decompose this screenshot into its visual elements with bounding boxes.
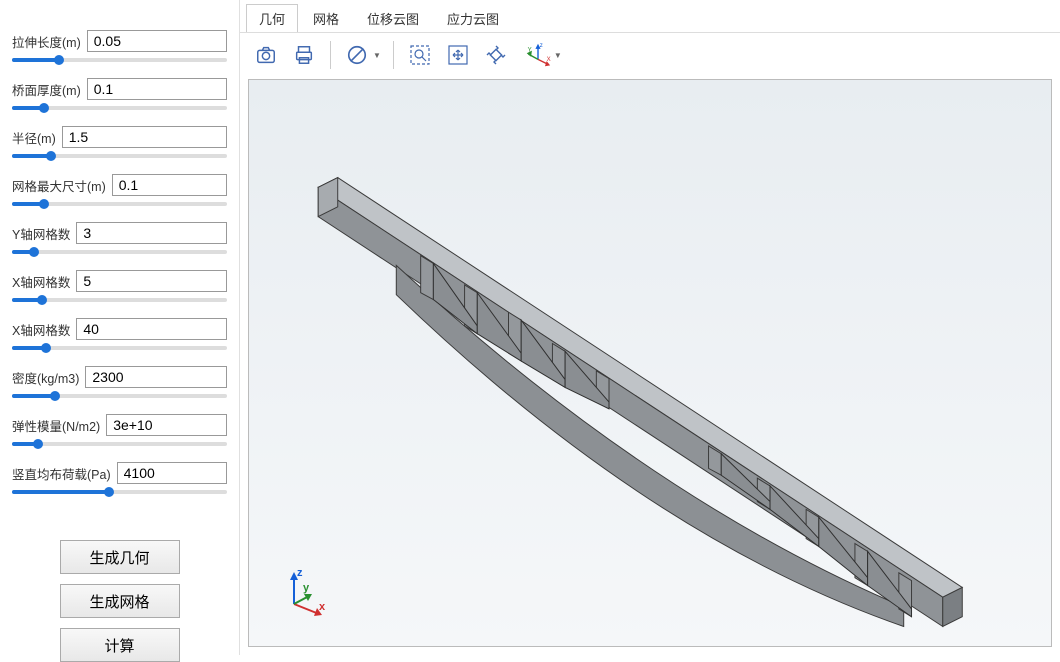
param-label: 网格最大尺寸(m): [12, 176, 106, 195]
chevron-down-icon[interactable]: ▼: [373, 51, 381, 60]
generate-geometry-button[interactable]: 生成几何: [60, 540, 180, 574]
toolbar-separator: [330, 41, 331, 69]
param-label: 拉伸长度(m): [12, 32, 81, 51]
svg-text:X: X: [547, 57, 551, 63]
slider[interactable]: [12, 490, 227, 494]
param-row: 半径(m): [12, 126, 227, 162]
svg-text:z: z: [540, 43, 543, 49]
x-mesh-count-input-2[interactable]: [76, 318, 227, 340]
param-row: 网格最大尺寸(m): [12, 174, 227, 210]
pan-icon[interactable]: [440, 37, 476, 73]
extrusion-length-input[interactable]: [87, 30, 227, 52]
rotate-icon[interactable]: [478, 37, 514, 73]
slider[interactable]: [12, 58, 227, 62]
param-row: 桥面厚度(m): [12, 78, 227, 114]
param-label: 弹性模量(N/m2): [12, 416, 100, 435]
deck-thickness-input[interactable]: [87, 78, 227, 100]
zoom-box-icon[interactable]: [402, 37, 438, 73]
slider[interactable]: [12, 106, 227, 110]
main-area: 几何 网格 位移云图 应力云图 ▼: [240, 0, 1060, 655]
slider[interactable]: [12, 250, 227, 254]
y-mesh-count-input[interactable]: [76, 222, 227, 244]
param-row: 密度(kg/m3): [12, 366, 227, 402]
param-label: X轴网格数: [12, 320, 70, 339]
orientation-triad: z x y: [279, 566, 329, 616]
x-mesh-count-input-1[interactable]: [76, 270, 227, 292]
param-row: Y轴网格数: [12, 222, 227, 258]
tab-geometry[interactable]: 几何: [246, 4, 298, 32]
param-label: X轴网格数: [12, 272, 70, 291]
young-modulus-input[interactable]: [106, 414, 227, 436]
axes-icon[interactable]: z X Y: [520, 37, 556, 73]
axis-z-label: z: [297, 567, 303, 579]
slider[interactable]: [12, 442, 227, 446]
tab-bar: 几何 网格 位移云图 应力云图: [240, 0, 1060, 32]
bridge-model: [249, 80, 1051, 646]
svg-text:Y: Y: [528, 48, 532, 54]
slider[interactable]: [12, 298, 227, 302]
param-row: 弹性模量(N/m2): [12, 414, 227, 450]
density-input[interactable]: [85, 366, 227, 388]
toolbar-separator: [393, 41, 394, 69]
print-icon[interactable]: [286, 37, 322, 73]
param-label: Y轴网格数: [12, 224, 70, 243]
param-label: 密度(kg/m3): [12, 368, 79, 387]
max-mesh-size-input[interactable]: [112, 174, 227, 196]
slider[interactable]: [12, 154, 227, 158]
slider[interactable]: [12, 394, 227, 398]
param-label: 桥面厚度(m): [12, 80, 81, 99]
camera-icon[interactable]: [248, 37, 284, 73]
param-row: 竖直均布荷载(Pa): [12, 462, 227, 498]
axis-x-label: x: [319, 601, 326, 613]
slider[interactable]: [12, 202, 227, 206]
slider[interactable]: [12, 346, 227, 350]
radius-input[interactable]: [62, 126, 227, 148]
tab-mesh[interactable]: 网格: [300, 4, 352, 32]
param-row: 拉伸长度(m): [12, 30, 227, 66]
compute-button[interactable]: 计算: [60, 628, 180, 662]
generate-mesh-button[interactable]: 生成网格: [60, 584, 180, 618]
no-entry-icon[interactable]: [339, 37, 375, 73]
parameter-sidebar: 拉伸长度(m) 桥面厚度(m) 半径(m) 网格最大尺寸(m) Y轴网格数: [0, 0, 240, 655]
tab-displacement[interactable]: 位移云图: [354, 4, 432, 32]
param-label: 竖直均布荷载(Pa): [12, 464, 111, 483]
3d-viewport[interactable]: z x y: [248, 79, 1052, 647]
axis-y-label: y: [303, 582, 310, 594]
viewport-toolbar: ▼ z X Y ▼: [240, 32, 1060, 77]
param-row: X轴网格数: [12, 318, 227, 354]
action-buttons: 生成几何 生成网格 计算: [12, 540, 227, 662]
vertical-load-input[interactable]: [117, 462, 227, 484]
param-label: 半径(m): [12, 128, 56, 147]
param-row: X轴网格数: [12, 270, 227, 306]
tab-stress[interactable]: 应力云图: [434, 4, 512, 32]
